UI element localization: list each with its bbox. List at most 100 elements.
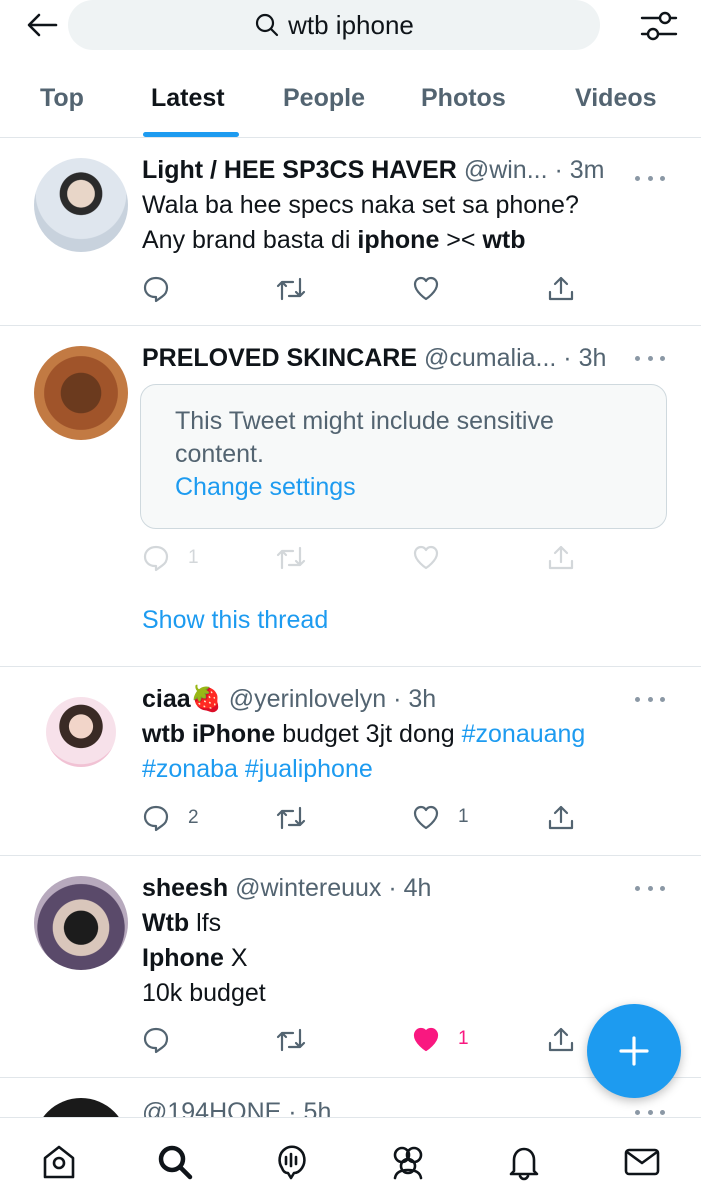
avatar[interactable] [34,1098,128,1117]
tab-photos[interactable]: Photos [421,84,506,113]
tweet[interactable]: Light / HEE SP3CS HAVER @win... · 3m Wal… [0,138,701,326]
text-span-bold: Iphone [142,944,224,972]
tweet-text-line: Any brand basta di iphone >< wtb [142,223,667,258]
text-span: X [223,944,248,972]
text-span-bold: Wtb [142,909,190,937]
author-handle-time: @wintereuux · 4h [235,874,432,902]
reply-button[interactable]: 2 [142,804,199,832]
retweet-icon [276,546,306,570]
share-button[interactable] [547,544,575,572]
tab-people[interactable]: People [283,84,365,113]
plus-icon [619,1036,649,1066]
heart-icon [413,805,439,830]
messages-icon [624,1148,660,1176]
like-button[interactable] [412,544,440,570]
text-span-bold: wtb iPhone [142,720,276,748]
heart-icon [413,276,439,301]
reply-button[interactable] [142,275,170,303]
reply-icon [143,276,169,303]
author-name[interactable]: Light / HEE SP3CS HAVER [142,156,457,184]
communities-icon [393,1146,423,1180]
show-thread-link[interactable]: Show this thread [142,606,328,635]
nav-communities[interactable] [386,1140,430,1184]
retweet-button[interactable] [275,804,307,832]
share-icon [548,276,574,301]
tweet-actions: 1 [142,544,582,574]
text-span: >< [439,226,483,254]
nav-spaces[interactable] [269,1140,313,1184]
tweet-actions [142,275,582,305]
author-name[interactable]: ciaa🍓 [142,685,222,713]
home-icon [43,1145,75,1179]
share-icon [548,805,574,830]
bottom-navigation [0,1117,701,1200]
more-options-icon[interactable] [635,348,665,368]
reply-button[interactable] [142,1026,170,1054]
search-settings-button[interactable] [637,8,681,44]
retweet-button[interactable] [275,544,307,572]
like-button-active[interactable]: 1 [412,1026,469,1052]
nav-notifications[interactable] [502,1140,546,1184]
reply-icon [143,545,169,572]
avatar[interactable] [34,876,128,970]
tweet-text: Wala ba hee specs naka set sa phone? Any… [142,188,667,258]
text-span-bold: wtb [482,226,526,254]
back-arrow-icon [27,13,58,37]
share-icon [548,1027,574,1052]
nav-home[interactable] [37,1140,81,1184]
tweet-text-line: Wala ba hee specs naka set sa phone? [142,191,579,219]
nav-search[interactable] [153,1140,197,1184]
hashtag-link[interactable]: #zonaba #jualiphone [142,752,667,787]
tab-top[interactable]: Top [40,84,84,113]
share-button[interactable] [547,1026,575,1054]
avatar[interactable] [46,697,116,767]
spaces-icon [278,1145,306,1180]
like-button[interactable]: 1 [412,804,469,830]
hashtag-link[interactable]: #zonauang [462,720,586,748]
reply-icon [143,1027,169,1054]
text-span: budget 3jt dong [275,720,462,748]
more-options-icon[interactable] [635,689,665,709]
tweet[interactable]: PRELOVED SKINCARE @cumalia... · 3h This … [0,326,701,667]
retweet-icon [276,277,306,301]
filter-sliders-icon [640,11,678,41]
tweet-text-line: 10k budget [142,979,266,1007]
more-options-icon[interactable] [635,878,665,898]
change-settings-link[interactable]: Change settings [175,471,632,504]
avatar[interactable] [34,346,128,440]
tweet-actions: 1 [142,1026,582,1056]
tweet-actions: 2 1 [142,804,582,834]
avatar[interactable] [34,158,128,252]
more-options-icon[interactable] [635,1102,665,1117]
reply-icon [143,805,169,832]
search-input[interactable]: wtb iphone [68,0,600,50]
author-handle-time: @win... · 3m [463,156,605,184]
nav-messages[interactable] [620,1140,664,1184]
author-name[interactable]: sheesh [142,874,228,902]
share-button[interactable] [547,804,575,832]
search-icon [158,1145,193,1180]
tweet-text-line: wtb iPhone budget 3jt dong #zonauang [142,717,667,752]
author-name[interactable]: PRELOVED SKINCARE [142,344,417,372]
tab-videos[interactable]: Videos [575,84,657,113]
retweet-button[interactable] [275,275,307,303]
retweet-icon [276,806,306,830]
tab-latest[interactable]: Latest [151,84,225,113]
retweet-button[interactable] [275,1026,307,1054]
like-button[interactable] [412,275,440,301]
sensitive-content-message: This Tweet might include sensitive conte… [175,407,554,468]
sensitive-content-warning: This Tweet might include sensitive conte… [140,384,667,529]
search-icon [256,13,279,37]
share-button[interactable] [547,275,575,303]
top-bar: wtb iphone [0,0,701,52]
back-button[interactable] [24,10,60,40]
more-options-icon[interactable] [635,168,665,188]
reply-button[interactable]: 1 [142,544,199,572]
notifications-icon [509,1147,539,1181]
compose-tweet-button[interactable] [587,1004,681,1098]
tweet[interactable]: ciaa🍓 @yerinlovelyn · 3h wtb iPhone budg… [0,667,701,856]
search-query: wtb iphone [288,9,414,40]
like-count: 1 [458,806,469,827]
share-icon [548,545,574,570]
tweet[interactable]: @194HONE · 5h [0,1078,701,1117]
